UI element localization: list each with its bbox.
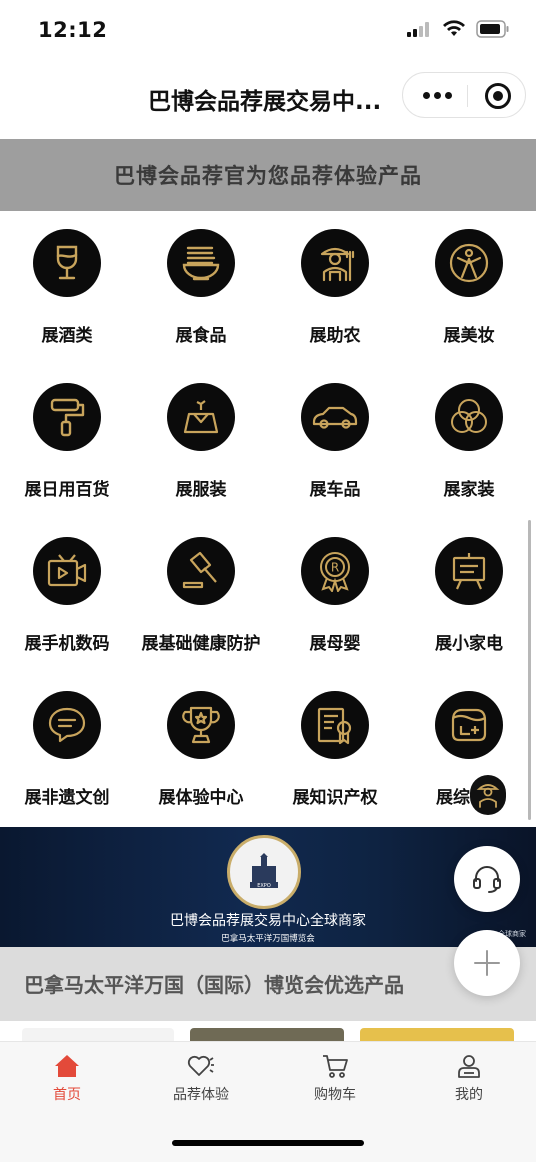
tab-profile[interactable]: 我的 — [402, 1052, 536, 1112]
svg-text:EXPO: EXPO — [257, 883, 271, 889]
tab-label: 品荐体验 — [173, 1087, 229, 1103]
category-label: 展助农 — [309, 326, 361, 346]
category-item[interactable]: 展小家电 — [402, 523, 536, 673]
category-label: 展食品 — [175, 326, 227, 346]
mini-program-capsule — [402, 72, 526, 118]
category-item[interactable]: R 展母婴 — [268, 523, 402, 673]
tab-label: 首页 — [53, 1087, 81, 1103]
signal-icon — [407, 22, 429, 37]
category-label: 展小家电 — [435, 634, 503, 654]
category-item[interactable]: 展体验中心 — [134, 677, 268, 827]
category-label: 展知识产权 — [292, 788, 378, 808]
page-title: 巴博会品荐展交易中... — [148, 89, 382, 115]
category-label: 展非遗文创 — [24, 788, 110, 808]
wifi-icon — [443, 20, 465, 36]
category-label: 展母婴 — [309, 634, 361, 654]
category-item[interactable]: 展基础健康防护 — [134, 523, 268, 673]
tab-label: 购物车 — [314, 1087, 356, 1103]
headset-icon — [473, 866, 501, 893]
category-item[interactable]: 展知识产权 — [268, 677, 402, 827]
tab-home[interactable]: 首页 — [0, 1052, 134, 1112]
expo-banner-title: 巴博会品荐展交易中心全球商家 — [170, 913, 366, 929]
home-icon — [52, 1052, 82, 1080]
expo-banner-subtitle: 巴拿马太平洋万国博览会 — [221, 934, 315, 944]
wine-glass-icon — [33, 229, 101, 297]
category-item[interactable]: 展综 — [402, 677, 536, 827]
noodle-bowl-icon — [167, 229, 235, 297]
battery-icon — [476, 20, 509, 38]
category-item[interactable]: 展家装 — [402, 369, 536, 519]
farmer-avatar-icon — [476, 784, 500, 808]
gavel-icon — [167, 537, 235, 605]
interlocking-circles-icon — [435, 383, 503, 451]
plus-icon — [474, 950, 500, 976]
promo-strip: 巴博会品荐官为您品荐体验产品 — [0, 139, 536, 211]
video-tv-icon — [33, 537, 101, 605]
category-label: 展服装 — [175, 480, 227, 500]
heart-icon — [186, 1052, 216, 1080]
category-label: 展家装 — [443, 480, 495, 500]
category-item[interactable]: 展助农 — [268, 215, 402, 365]
category-item[interactable]: 展酒类 — [0, 215, 134, 365]
farmer-icon — [301, 229, 369, 297]
category-label: 展酒类 — [41, 326, 93, 346]
scrollbar[interactable] — [528, 520, 531, 820]
close-mini-program-icon[interactable] — [485, 83, 511, 109]
expo-emblem: EXPO — [227, 835, 301, 909]
status-bar: 12:12 — [0, 0, 536, 64]
tab-recommend[interactable]: 品荐体验 — [134, 1052, 268, 1112]
car-icon — [301, 383, 369, 451]
category-label: 展车品 — [309, 480, 361, 500]
category-item[interactable]: 展日用百货 — [0, 369, 134, 519]
category-item[interactable]: 展非遗文创 — [0, 677, 134, 827]
profile-icon — [454, 1052, 484, 1080]
promo-strip-text: 巴博会品荐官为您品荐体验产品 — [114, 164, 422, 188]
calendar-plus-icon — [435, 691, 503, 759]
paint-roller-icon — [33, 383, 101, 451]
expo-emblem-icon: EXPO — [250, 853, 278, 889]
mini-float-button[interactable] — [470, 775, 506, 815]
category-label: 展体验中心 — [158, 788, 244, 808]
trophy-icon — [167, 691, 235, 759]
cart-icon — [320, 1052, 350, 1080]
beauty-figure-icon — [435, 229, 503, 297]
tab-cart[interactable]: 购物车 — [268, 1052, 402, 1112]
category-label: 展美妆 — [443, 326, 495, 346]
category-item[interactable]: 展车品 — [268, 369, 402, 519]
customer-service-button[interactable] — [454, 846, 520, 912]
category-label: 展基础健康防护 — [141, 634, 261, 654]
tab-label: 我的 — [455, 1087, 483, 1103]
category-label: 展手机数码 — [24, 634, 110, 654]
category-item[interactable]: 展食品 — [134, 215, 268, 365]
easel-screen-icon — [435, 537, 503, 605]
add-button[interactable] — [454, 930, 520, 996]
more-menu-icon[interactable] — [419, 83, 455, 107]
category-label: 展日用百货 — [24, 480, 110, 500]
category-item[interactable]: 展服装 — [134, 369, 268, 519]
clothing-box-icon — [167, 383, 235, 451]
category-item[interactable]: 展美妆 — [402, 215, 536, 365]
svg-text:R: R — [331, 561, 339, 575]
home-indicator — [172, 1140, 364, 1146]
status-time: 12:12 — [38, 18, 108, 42]
certificate-icon — [301, 691, 369, 759]
section-header-text: 巴拿马太平洋万国（国际）博览会优选产品 — [24, 973, 404, 997]
chat-bubble-icon — [33, 691, 101, 759]
category-item[interactable]: 展手机数码 — [0, 523, 134, 673]
award-badge-icon: R — [301, 537, 369, 605]
